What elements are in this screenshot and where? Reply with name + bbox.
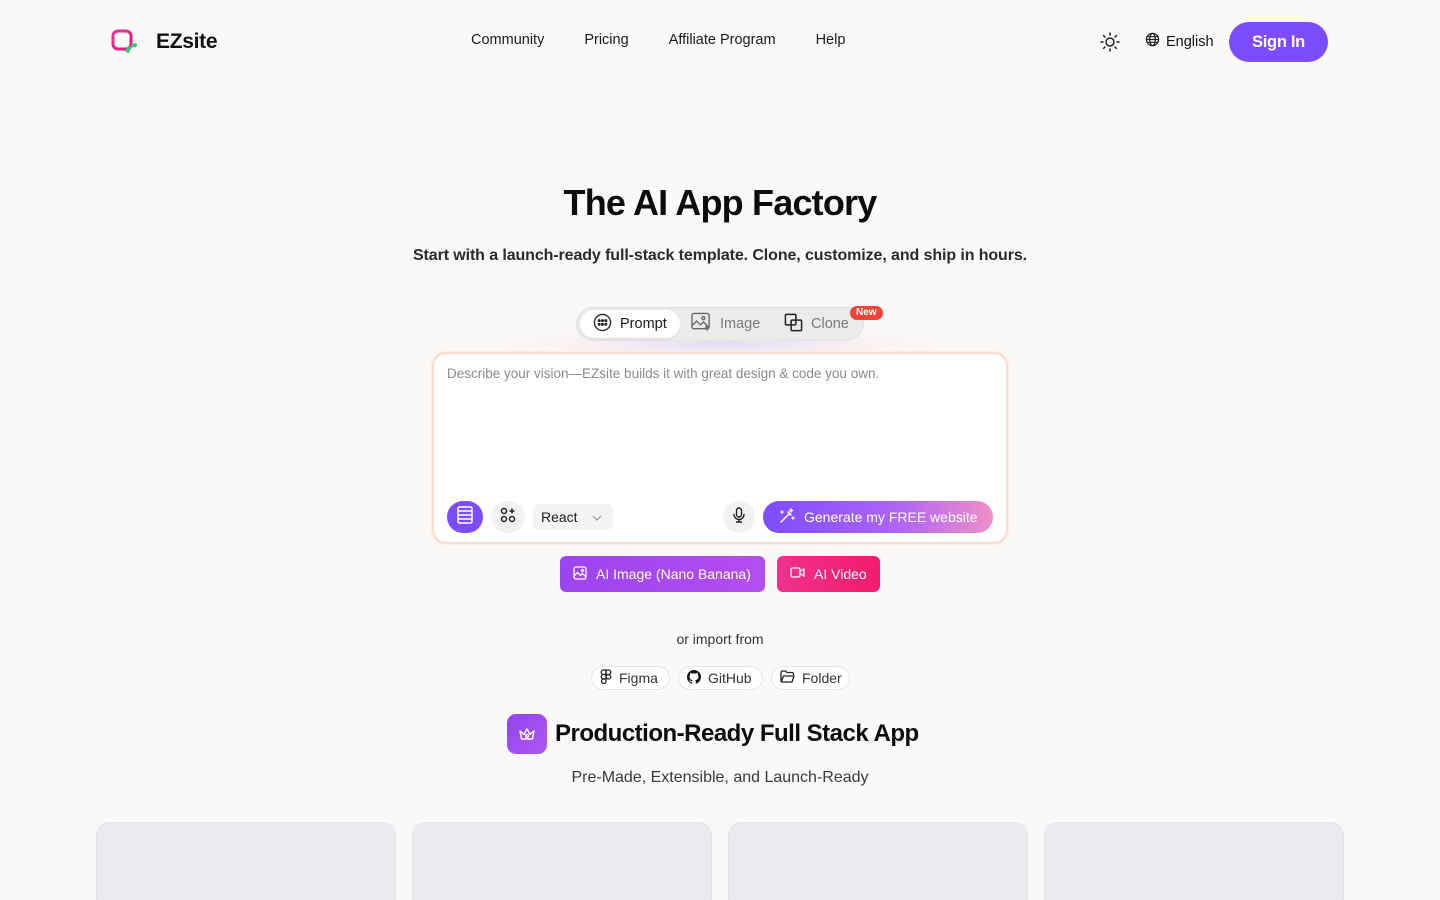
prompt-input[interactable] [447,366,987,486]
magic-wand-icon [779,507,795,527]
tab-clone[interactable]: Clone [784,310,849,338]
framework-value: React [541,509,578,525]
main-nav: Community Pricing Affiliate Program Help [471,32,845,48]
import-folder-button[interactable]: Folder [771,666,850,690]
import-label: or import from [676,631,764,647]
import-folder-label: Folder [802,670,842,686]
top-header: EZsite Community Pricing Affiliate Progr… [0,0,1440,84]
generate-label: Generate my FREE website [804,509,978,525]
mode-tabs: Prompt Image Clone [576,307,864,341]
ai-video-label: AI Video [814,566,867,582]
sign-in-button[interactable]: Sign In [1229,22,1328,62]
image-icon [691,312,712,336]
ai-image-button[interactable]: AI Image (Nano Banana) [560,556,765,592]
chevron-down-icon [591,511,603,527]
nav-community[interactable]: Community [471,32,544,48]
template-card[interactable] [96,822,396,900]
brand-name: EZsite [156,30,218,53]
section-title: Production-Ready Full Stack App [555,720,919,747]
tab-prompt[interactable]: Prompt [580,310,680,338]
tab-prompt-label: Prompt [620,316,667,332]
layout-icon [457,505,473,529]
apps-grid-icon [500,507,516,528]
language-label: English [1166,33,1214,50]
microphone-icon [732,506,746,528]
generate-button[interactable]: Generate my FREE website [763,501,993,533]
template-card[interactable] [728,822,1028,900]
ai-image-label: AI Image (Nano Banana) [596,566,751,582]
video-icon [790,566,805,582]
brand-logo[interactable]: EZsite [110,28,218,56]
clone-icon [784,313,803,336]
folder-icon [780,670,795,686]
import-figma-label: Figma [619,670,658,686]
microphone-button[interactable] [723,501,755,533]
nav-affiliate-program[interactable]: Affiliate Program [669,32,776,48]
figma-icon [600,669,612,687]
globe-icon [1145,32,1160,51]
hero-subtitle: Start with a launch-ready full-stack tem… [412,247,1028,264]
prompt-box: React Generate my FREE website [432,352,1008,544]
tab-clone-label: Clone [811,316,849,332]
template-card[interactable] [1044,822,1344,900]
section-subtitle: Pre-Made, Extensible, and Launch-Ready [571,769,869,786]
hero-title: The AI App Factory [563,182,878,223]
language-selector[interactable]: English [1145,32,1214,51]
template-card[interactable] [412,822,712,900]
import-figma-button[interactable]: Figma [591,666,670,690]
tab-image-label: Image [720,316,761,332]
tab-image[interactable]: Image [691,310,760,338]
integrations-button[interactable] [491,501,525,533]
nav-help[interactable]: Help [816,32,846,48]
import-github-button[interactable]: GitHub [678,666,763,690]
nav-pricing[interactable]: Pricing [584,32,628,48]
section-header: Production-Ready Full Stack App [507,714,919,754]
import-github-label: GitHub [708,670,752,686]
crown-icon [507,714,547,754]
sun-icon[interactable] [1098,30,1122,54]
framework-select[interactable]: React [533,504,613,530]
prompt-icon [593,313,612,336]
new-badge: New [850,306,883,320]
image-icon [573,565,587,583]
ai-video-button[interactable]: AI Video [777,556,880,592]
layout-button[interactable] [447,501,483,533]
github-icon [687,669,702,687]
ezsite-logo-icon [110,28,138,56]
